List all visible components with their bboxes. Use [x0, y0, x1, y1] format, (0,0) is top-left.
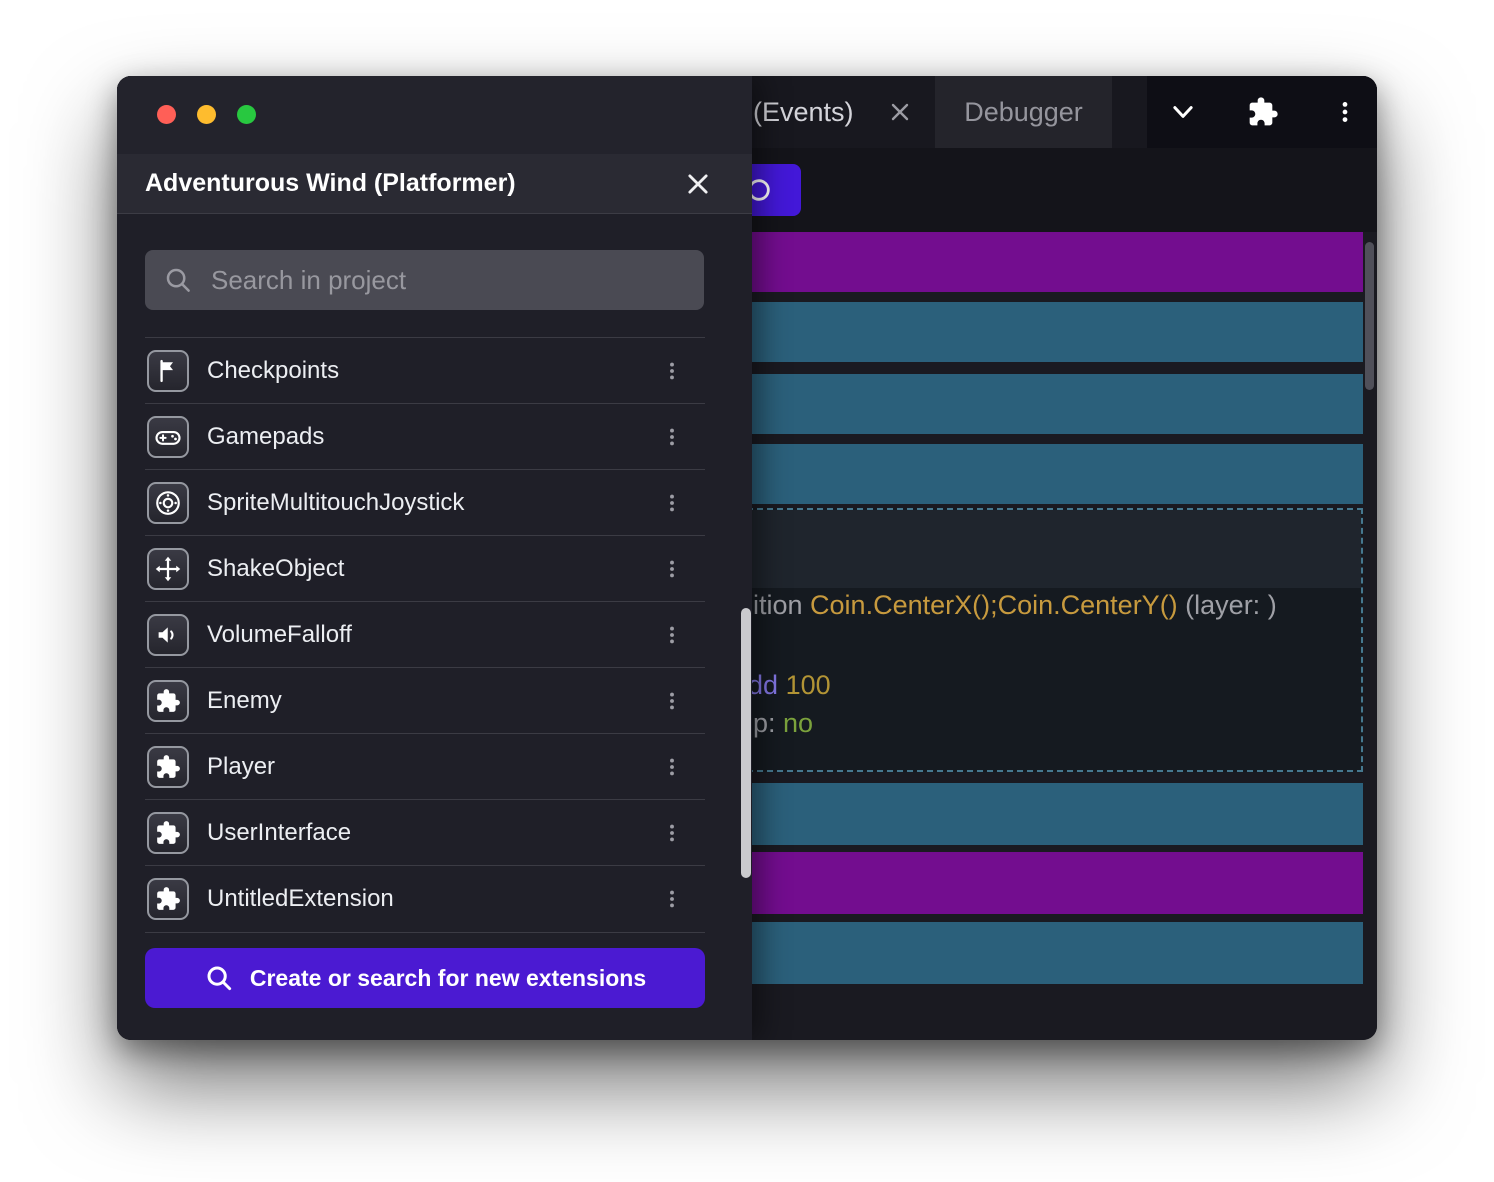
list-item-enemy[interactable]: Enemy [145, 667, 705, 734]
move-icon [147, 548, 189, 590]
project-panel: Adventurous Wind (Platformer) Checkpoint… [117, 76, 752, 1040]
item-kebab-icon[interactable] [657, 620, 687, 650]
puzzle-icon [147, 746, 189, 788]
volume-icon [147, 614, 189, 656]
item-kebab-icon[interactable] [657, 488, 687, 518]
list-item-label: Checkpoints [207, 338, 339, 404]
list-item-label: Player [207, 734, 275, 800]
event-action-line: p: no [753, 708, 813, 739]
action-value: no [783, 708, 813, 738]
item-kebab-icon[interactable] [657, 818, 687, 848]
list-item-label: Enemy [207, 668, 282, 734]
list-item-label: UserInterface [207, 800, 351, 866]
window-titlebar [117, 76, 752, 154]
search-input[interactable] [209, 264, 686, 297]
close-icon[interactable] [681, 167, 715, 201]
search-icon [163, 265, 193, 295]
list-item-volumefalloff[interactable]: VolumeFalloff [145, 601, 705, 668]
item-kebab-icon[interactable] [657, 686, 687, 716]
list-item-label: Gamepads [207, 404, 324, 470]
chevron-down-icon[interactable] [1165, 94, 1201, 130]
tab-events[interactable]: (Events) [753, 76, 854, 148]
flag-icon [147, 350, 189, 392]
kebab-menu-icon[interactable] [1329, 94, 1361, 130]
list-item-userinterface[interactable]: UserInterface [145, 799, 705, 866]
list-item-sprite-multitouch-joystick[interactable]: SpriteMultitouchJoystick [145, 469, 705, 536]
list-item-label: ShakeObject [207, 536, 344, 602]
joystick-icon [147, 482, 189, 524]
traffic-light-close[interactable] [157, 105, 176, 124]
list-item-label: UntitledExtension [207, 866, 394, 932]
event-action-line: ition Coin.CenterX();Coin.CenterY() (lay… [753, 590, 1277, 621]
puzzle-icon [147, 812, 189, 854]
traffic-light-minimize[interactable] [197, 105, 216, 124]
action-text: p: [753, 708, 783, 738]
action-value: 100 [786, 670, 831, 700]
extensions-puzzle-icon[interactable] [1245, 94, 1281, 130]
item-kebab-icon[interactable] [657, 884, 687, 914]
app-window: (Events) Debugger [117, 76, 1377, 1040]
list-item-checkpoints[interactable]: Checkpoints [145, 337, 705, 404]
traffic-light-zoom[interactable] [237, 105, 256, 124]
panel-title: Adventurous Wind (Platformer) [145, 154, 516, 213]
action-text: (layer: ) [1178, 590, 1277, 620]
search-icon [204, 963, 234, 993]
tabbar-right-section [1147, 76, 1377, 148]
action-text: ition [753, 590, 810, 620]
list-item-untitledextension[interactable]: UntitledExtension [145, 865, 705, 933]
item-kebab-icon[interactable] [657, 554, 687, 584]
puzzle-icon [147, 680, 189, 722]
item-kebab-icon[interactable] [657, 752, 687, 782]
item-kebab-icon[interactable] [657, 422, 687, 452]
events-scrollbar-thumb[interactable] [1365, 242, 1374, 390]
list-item-player[interactable]: Player [145, 733, 705, 800]
gamepad-icon [147, 416, 189, 458]
panel-header: Adventurous Wind (Platformer) [117, 154, 752, 214]
create-extension-button[interactable]: Create or search for new extensions [145, 948, 705, 1008]
tab-debugger[interactable]: Debugger [935, 76, 1112, 148]
search-box[interactable] [145, 250, 704, 310]
item-kebab-icon[interactable] [657, 356, 687, 386]
action-expression: Coin.CenterX();Coin.CenterY() [810, 590, 1178, 620]
list-item-label: SpriteMultitouchJoystick [207, 470, 464, 536]
panel-scrollbar-thumb[interactable] [741, 608, 751, 878]
create-extension-button-label: Create or search for new extensions [250, 965, 646, 992]
list-item-label: VolumeFalloff [207, 602, 352, 668]
list-item-shakeobject[interactable]: ShakeObject [145, 535, 705, 602]
tab-close-icon[interactable] [884, 96, 916, 128]
list-item-gamepads[interactable]: Gamepads [145, 403, 705, 470]
screenshot-canvas: (Events) Debugger [0, 0, 1494, 1182]
puzzle-icon [147, 878, 189, 920]
